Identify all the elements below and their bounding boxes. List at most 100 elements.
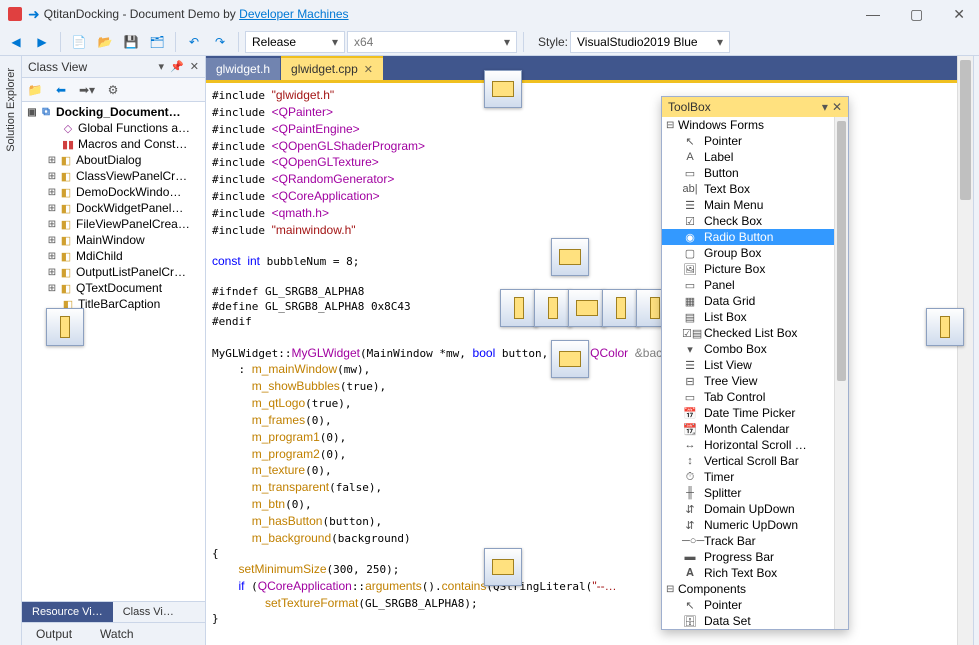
panel-pin-icon[interactable]: 📌 (170, 60, 184, 73)
new-file-button[interactable]: 📄 (67, 31, 91, 53)
tree-item[interactable]: ◇Global Functions a… (22, 120, 205, 136)
platform-combo[interactable]: x64▾ (347, 31, 517, 53)
tree-item[interactable]: ▮▮Macros and Const… (22, 136, 205, 152)
dock-guide-center[interactable] (500, 238, 640, 378)
toolbox-item[interactable]: ▤List Box (662, 309, 834, 325)
arrow-icon: ➜ (28, 6, 40, 23)
dock-guide-bottom[interactable] (484, 548, 522, 586)
solution-explorer-tab[interactable]: Solution Explorer (3, 60, 19, 160)
toolbox-item[interactable]: ⏱Timer (662, 469, 834, 485)
main-toolbar: ◀ ▶ 📄 📂 💾 🗂 ↶ ↷ Release▾ x64▾ Style: Vis… (0, 28, 979, 56)
style-label: Style: (538, 35, 568, 49)
toolbox-item[interactable]: ▬Progress Bar (662, 549, 834, 565)
toolbox-item[interactable]: ▦Data Grid (662, 293, 834, 309)
close-tab-icon[interactable]: ✕ (364, 63, 373, 76)
toolbox-item[interactable]: 🖼Picture Box (662, 261, 834, 277)
toolbox-item[interactable]: 🗄Data Set (662, 613, 834, 629)
panel-menu-icon[interactable]: ▾ (159, 60, 165, 73)
left-rail: Solution Explorer (0, 56, 22, 645)
save-all-button[interactable]: 🗂 (145, 31, 169, 53)
output-watch-tabs: Output Watch (22, 622, 205, 645)
toolbox-item[interactable]: ab|Text Box (662, 181, 834, 197)
undo-button[interactable]: ↶ (182, 31, 206, 53)
maximize-button[interactable]: ▢ (904, 4, 929, 25)
toolbox-item[interactable]: ⊟Tree View (662, 373, 834, 389)
settings-icon[interactable]: ⚙ (104, 81, 122, 99)
class-view-bottom-tabs: Resource Vi… Class Vi… (22, 601, 205, 622)
toolbox-item[interactable]: ↔Horizontal Scroll … (662, 437, 834, 453)
dock-guide-outer-right[interactable] (926, 308, 964, 346)
nav-back-button[interactable]: ◀ (4, 31, 28, 53)
resource-view-tab[interactable]: Resource Vi… (22, 602, 113, 622)
developer-link[interactable]: Developer Machines (239, 7, 348, 21)
tree-item[interactable]: ⊞◧AboutDialog (22, 152, 205, 168)
toolbox-item[interactable]: ◉Radio Button (662, 229, 834, 245)
window-title: QtitanDocking - Document Demo by Develop… (44, 7, 349, 21)
forward-toggle-icon[interactable]: ➡▾ (78, 81, 96, 99)
dock-guide-top[interactable] (484, 70, 522, 108)
toolbox-panel[interactable]: ToolBox ▾ ✕ ⊟Windows Forms↖PointerALabel… (661, 96, 849, 630)
tree-item[interactable]: ⊞◧ClassViewPanelCr… (22, 168, 205, 184)
tree-item[interactable]: ⊞◧QTextDocument (22, 280, 205, 296)
dock-guide-outer-left[interactable] (46, 308, 84, 346)
toolbox-item[interactable]: ALabel (662, 149, 834, 165)
tree-item[interactable]: ⊞◧FileViewPanelCrea… (22, 216, 205, 232)
save-button[interactable]: 💾 (119, 31, 143, 53)
toolbox-group[interactable]: ⊟Windows Forms (662, 117, 834, 133)
right-splitter[interactable] (973, 56, 979, 645)
back-history-icon[interactable]: ⬅ (52, 81, 70, 99)
toolbox-item[interactable]: ↕Vertical Scroll Bar (662, 453, 834, 469)
style-combo[interactable]: VisualStudio2019 Blue▾ (570, 31, 730, 53)
toolbox-item[interactable]: ─○─Track Bar (662, 533, 834, 549)
toolbox-item[interactable]: ☑▤Checked List Box (662, 325, 834, 341)
class-view-title: Class View (28, 60, 87, 74)
toolbox-item[interactable]: ▾Combo Box (662, 341, 834, 357)
toolbox-item[interactable]: ▭Panel (662, 277, 834, 293)
toolbox-item[interactable]: ↖Pointer (662, 597, 834, 613)
toolbox-item[interactable]: ☑Check Box (662, 213, 834, 229)
toolbox-item[interactable]: ⇵Numeric UpDown (662, 517, 834, 533)
tree-item[interactable]: ⊞◧OutputListPanelCr… (22, 264, 205, 280)
tree-item[interactable]: ⊞◧MdiChild (22, 248, 205, 264)
toolbox-group[interactable]: ⊟Components (662, 581, 834, 597)
new-folder-icon[interactable]: 📁 (26, 81, 44, 99)
toolbox-menu-icon[interactable]: ▾ (822, 100, 828, 114)
toolbox-item[interactable]: ╫Splitter (662, 485, 834, 501)
toolbox-item[interactable]: ▭Tab Control (662, 389, 834, 405)
doc-tab-glwidget-h[interactable]: glwidget.h (206, 58, 280, 80)
toolbox-item[interactable]: 📅Date Time Picker (662, 405, 834, 421)
open-button[interactable]: 📂 (93, 31, 117, 53)
editor-scrollbar-vertical[interactable] (957, 56, 973, 645)
class-view-toolbar: 📁 ⬅ ➡▾ ⚙ (22, 78, 205, 102)
class-view-tree[interactable]: ▣⧉ Docking_Document… ◇Global Functions a… (22, 102, 205, 601)
app-icon (8, 7, 22, 21)
toolbox-item[interactable]: 𝐀Rich Text Box (662, 565, 834, 581)
config-combo[interactable]: Release▾ (245, 31, 345, 53)
tree-item[interactable]: ⊞◧MainWindow (22, 232, 205, 248)
close-button[interactable]: ✕ (947, 4, 971, 25)
document-tabs: glwidget.h glwidget.cpp ✕ (206, 56, 973, 80)
panel-close-icon[interactable]: ✕ (190, 60, 199, 73)
doc-tab-glwidget-cpp[interactable]: glwidget.cpp ✕ (281, 56, 383, 80)
toolbox-header[interactable]: ToolBox ▾ ✕ (662, 97, 848, 117)
toolbox-item[interactable]: ▭Button (662, 165, 834, 181)
nav-forward-button[interactable]: ▶ (30, 31, 54, 53)
watch-tab[interactable]: Watch (86, 623, 148, 645)
class-view-header: Class View ▾ 📌 ✕ (22, 56, 205, 78)
toolbox-item[interactable]: ☰Main Menu (662, 197, 834, 213)
class-view-panel: Class View ▾ 📌 ✕ 📁 ⬅ ➡▾ ⚙ ▣⧉ Docking_Doc… (22, 56, 206, 645)
toolbox-scrollbar[interactable] (834, 117, 848, 629)
redo-button[interactable]: ↷ (208, 31, 232, 53)
toolbox-close-icon[interactable]: ✕ (832, 100, 842, 114)
minimize-button[interactable]: — (860, 4, 886, 25)
toolbox-item[interactable]: ▢Group Box (662, 245, 834, 261)
tree-root[interactable]: ▣⧉ Docking_Document… (22, 104, 205, 120)
tree-item[interactable]: ⊞◧DemoDockWindo… (22, 184, 205, 200)
toolbox-item[interactable]: ↖Pointer (662, 133, 834, 149)
toolbox-item[interactable]: 📆Month Calendar (662, 421, 834, 437)
toolbox-item[interactable]: ☰List View (662, 357, 834, 373)
output-tab[interactable]: Output (22, 623, 86, 645)
class-view-tab[interactable]: Class Vi… (113, 602, 184, 622)
tree-item[interactable]: ⊞◧DockWidgetPanel… (22, 200, 205, 216)
toolbox-item[interactable]: ⇵Domain UpDown (662, 501, 834, 517)
